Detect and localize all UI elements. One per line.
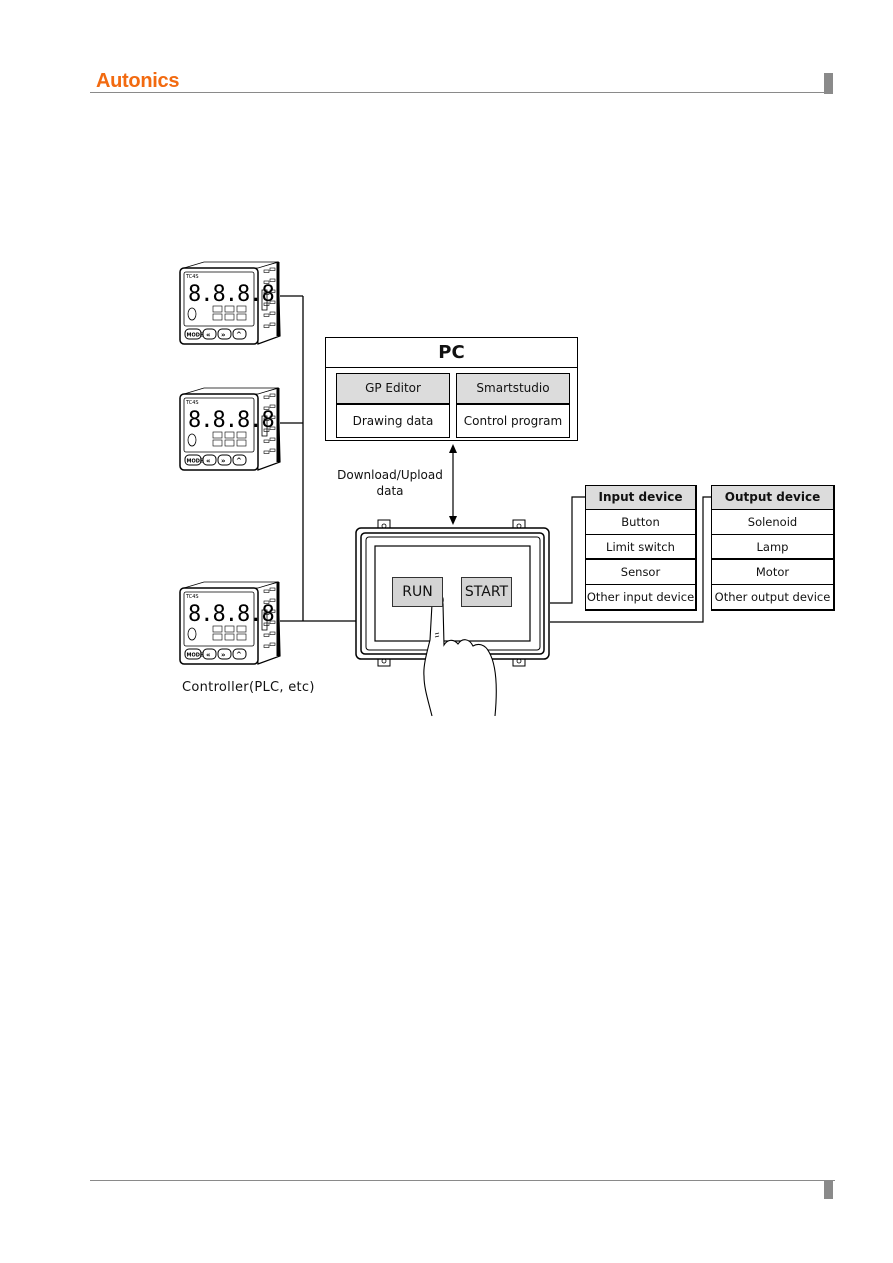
- svg-text:MODE: MODE: [187, 459, 204, 465]
- svg-text:«: «: [206, 331, 211, 339]
- output-device-table: Output device Solenoid Lamp Motor Other …: [711, 485, 835, 611]
- control-program-label: Control program: [463, 414, 563, 428]
- svg-text:MODE: MODE: [187, 653, 204, 659]
- input-device-item: Sensor: [586, 560, 695, 585]
- footer-rule: [90, 1180, 835, 1181]
- controller-display: 8.8.8.8: [188, 408, 274, 433]
- input-device-table: Input device Button Limit switch Sensor …: [585, 485, 697, 611]
- svg-text:^: ^: [236, 651, 242, 659]
- output-device-item: Other output device: [714, 590, 831, 604]
- hmi-start-button[interactable]: START: [461, 577, 512, 607]
- pc-title: PC: [326, 338, 577, 368]
- download-upload-label: Download/Upload data: [328, 467, 452, 499]
- svg-text:«: «: [206, 651, 211, 659]
- input-device-title: Input device: [586, 486, 695, 510]
- output-device-item: Motor: [712, 560, 833, 585]
- svg-text:^: ^: [236, 331, 242, 339]
- smartstudio-label: Smartstudio: [457, 374, 569, 405]
- download-upload-label-line1: Download/Upload: [337, 468, 443, 482]
- controller-display: 8.8.8.8: [188, 602, 274, 627]
- input-device-item: Other input device: [586, 590, 695, 604]
- svg-text:MODE: MODE: [187, 333, 204, 339]
- controller-device: TC4S 8.8.8.8 MODE « » ^: [179, 387, 281, 471]
- system-diagram: TC4S8.8.8.8MODE «» ^TC4S8.8.8.8MODE «» ^TC4S…: [179, 261, 712, 717]
- svg-text:»: »: [221, 331, 226, 339]
- gp-editor-label: GP Editor: [337, 374, 449, 405]
- output-device-item: Lamp: [712, 535, 833, 560]
- svg-text:»: »: [221, 651, 226, 659]
- controller-display: 8.8.8.8: [188, 282, 274, 307]
- controller-model-tag: TC4S: [185, 594, 199, 600]
- download-upload-label-line2: data: [376, 484, 404, 498]
- gp-editor-block: GP Editor Drawing data: [336, 373, 450, 438]
- svg-text:«: «: [206, 457, 211, 465]
- svg-text:^: ^: [236, 457, 242, 465]
- smartstudio-block: Smartstudio Control program: [456, 373, 570, 438]
- input-device-item: Button: [586, 510, 695, 535]
- input-device-item: Limit switch: [586, 535, 695, 560]
- controller-device: TC4S 8.8.8.8 MODE « » ^: [179, 261, 281, 345]
- controller-label: Controller(PLC, etc): [182, 680, 315, 695]
- controller-device: TC4S 8.8.8.8 MODE « » ^: [179, 581, 281, 665]
- hmi-run-button[interactable]: RUN: [392, 577, 443, 607]
- svg-text:»: »: [221, 457, 226, 465]
- output-device-item: Solenoid: [712, 510, 833, 535]
- controller-model-tag: TC4S: [185, 274, 199, 280]
- footer-page-tab: [824, 1180, 833, 1199]
- drawing-data-label: Drawing data: [352, 414, 434, 428]
- controller-model-tag: TC4S: [185, 400, 199, 406]
- pc-box: PC GP Editor Drawing data Smartstudio Co…: [325, 337, 578, 441]
- output-device-title: Output device: [712, 486, 833, 510]
